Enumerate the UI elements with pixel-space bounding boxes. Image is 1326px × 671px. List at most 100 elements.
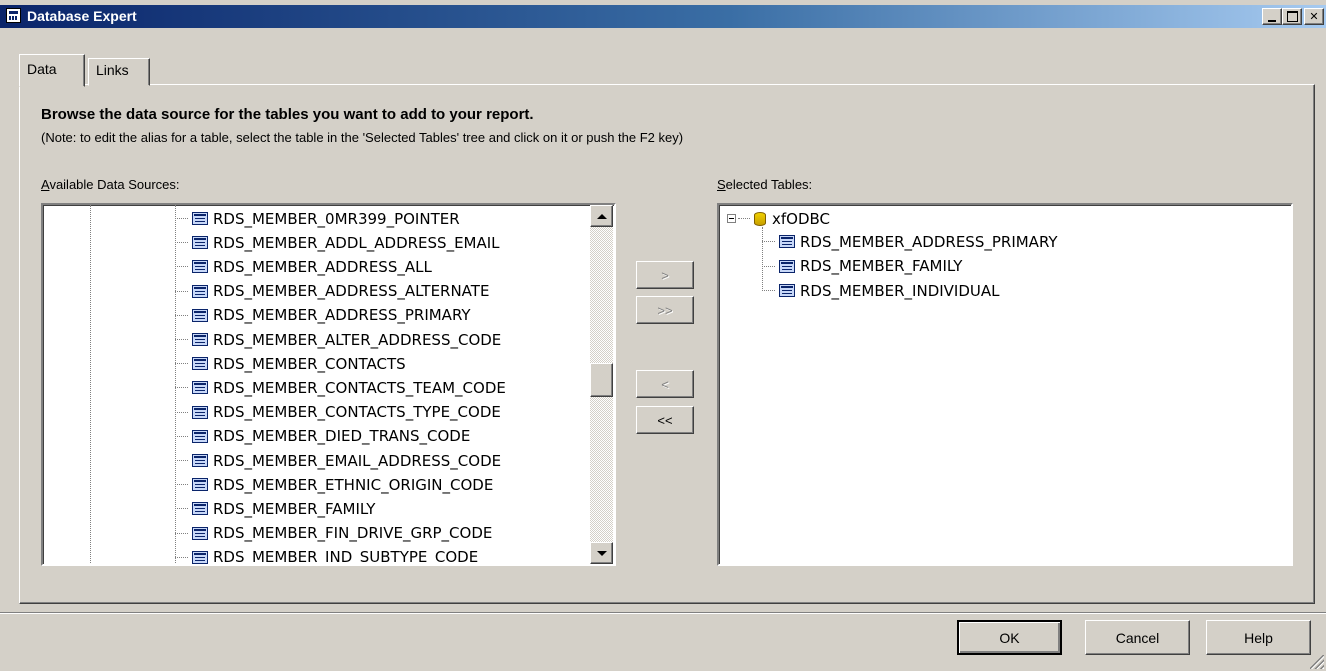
table-icon xyxy=(192,405,208,419)
table-name: RDS_MEMBER_EMAIL_ADDRESS_CODE xyxy=(213,451,502,470)
cancel-button[interactable]: Cancel xyxy=(1085,620,1190,655)
table-name: RDS_MEMBER_CONTACTS xyxy=(213,354,406,373)
table-icon xyxy=(192,284,208,298)
table-icon xyxy=(192,212,208,225)
selected-tables-tree[interactable]: xfODBC RDS_MEMBER_ADDRESS_PRIMARY RDS_MEM… xyxy=(717,203,1293,566)
tree-connector xyxy=(738,218,750,219)
available-sources-label: Available Data Sources: xyxy=(41,177,180,192)
table-icon xyxy=(779,235,795,248)
tree-item[interactable]: RDS_MEMBER_ADDRESS_ALTERNATE xyxy=(175,280,489,303)
table-name: RDS_MEMBER_IND_SUBTYPE_CODE xyxy=(213,548,479,566)
table-icon xyxy=(192,357,208,371)
tree-item[interactable]: RDS_MEMBER_ADDRESS_ALL xyxy=(175,255,432,278)
tree-item[interactable]: RDS_MEMBER_FAMILY xyxy=(762,255,962,278)
table-icon xyxy=(192,502,208,516)
tree-connector xyxy=(762,290,775,291)
table-icon xyxy=(192,260,208,274)
resize-grip[interactable] xyxy=(1310,655,1324,669)
tree-item[interactable]: RDS_MEMBER_CONTACTS_TYPE_CODE xyxy=(175,401,501,424)
tree-connector xyxy=(175,460,188,461)
add-all-tables-button[interactable]: >> xyxy=(636,296,694,324)
connection-name: xfODBC xyxy=(772,209,831,228)
title-bar[interactable]: Database Expert ✕ xyxy=(0,0,1326,28)
table-name: RDS_MEMBER_INDIVIDUAL xyxy=(800,281,1000,300)
app-icon xyxy=(6,8,21,23)
tab-links[interactable]: Links xyxy=(88,58,150,86)
close-button[interactable]: ✕ xyxy=(1304,8,1324,25)
tree-connector xyxy=(175,218,188,219)
ok-button[interactable]: OK xyxy=(957,620,1062,655)
table-name: RDS_MEMBER_DIED_TRANS_CODE xyxy=(213,427,471,446)
database-icon xyxy=(754,211,766,226)
arrow-up-icon xyxy=(596,213,607,219)
remove-all-tables-button[interactable]: << xyxy=(636,406,694,434)
table-name: RDS_MEMBER_ADDRESS_ALL xyxy=(213,257,432,276)
tree-item[interactable]: RDS_MEMBER_DIED_TRANS_CODE xyxy=(175,425,470,448)
table-icon xyxy=(192,381,208,395)
table-icon xyxy=(192,454,208,467)
tree-connector xyxy=(175,290,188,292)
table-name: RDS_MEMBER_FAMILY xyxy=(800,257,963,275)
tree-connector xyxy=(175,266,188,268)
table-icon xyxy=(192,333,208,346)
scroll-down-button[interactable] xyxy=(590,542,613,564)
table-icon xyxy=(192,308,208,322)
table-name: RDS_MEMBER_ADDRESS_ALTERNATE xyxy=(213,282,490,301)
tree-connector xyxy=(175,508,188,510)
tree-connector xyxy=(762,265,775,267)
table-name: RDS_MEMBER_ADDL_ADDRESS_EMAIL xyxy=(213,233,500,252)
remove-table-button[interactable]: < xyxy=(636,370,694,398)
collapse-icon[interactable] xyxy=(727,214,736,223)
instructions-heading: Browse the data source for the tables yo… xyxy=(41,106,534,123)
tree-item[interactable]: RDS_MEMBER_ALTER_ADDRESS_CODE xyxy=(175,328,501,351)
alias-note: (Note: to edit the alias for a table, se… xyxy=(41,130,684,145)
table-name: RDS_MEMBER_CONTACTS_TYPE_CODE xyxy=(213,403,501,422)
tree-item[interactable]: RDS_MEMBER_CONTACTS xyxy=(175,352,406,375)
tree-item[interactable]: RDS_MEMBER_ETHNIC_ORIGIN_CODE xyxy=(175,473,493,496)
tree-item[interactable]: RDS_MEMBER_INDIVIDUAL xyxy=(762,279,1000,302)
tree-item[interactable]: RDS_MEMBER_ADDRESS_PRIMARY xyxy=(762,230,1058,253)
window-title: Database Expert xyxy=(27,8,137,24)
table-name: RDS_MEMBER_ALTER_ADDRESS_CODE xyxy=(213,330,502,349)
tree-connector xyxy=(175,556,188,558)
tree-node-connection[interactable]: xfODBC xyxy=(727,207,830,230)
tree-connector xyxy=(175,435,188,437)
help-button[interactable]: Help xyxy=(1206,620,1311,655)
tree-item[interactable]: RDS_MEMBER_CONTACTS_TEAM_CODE xyxy=(175,376,506,399)
table-name: RDS_MEMBER_FIN_DRIVE_GRP_CODE xyxy=(213,524,493,543)
tree-item[interactable]: RDS_MEMBER_ADDL_ADDRESS_EMAIL xyxy=(175,231,500,254)
arrow-down-icon xyxy=(596,550,607,556)
table-name: RDS_MEMBER_ADDRESS_PRIMARY xyxy=(213,306,471,325)
table-name: RDS_MEMBER_ADDRESS_PRIMARY xyxy=(800,232,1058,251)
table-icon xyxy=(779,259,795,273)
available-data-sources-tree[interactable]: RDS_MEMBER_0MR399_POINTER RDS_MEMBER_ADDL… xyxy=(41,203,616,566)
tree-item[interactable]: RDS_MEMBER_ADDRESS_PRIMARY xyxy=(175,304,471,327)
tree-connector xyxy=(175,314,188,316)
tree-item[interactable]: RDS_MEMBER_FIN_DRIVE_GRP_CODE xyxy=(175,522,492,545)
available-scrollbar[interactable] xyxy=(590,205,613,564)
scroll-thumb[interactable] xyxy=(590,363,613,397)
tree-connector xyxy=(175,484,188,486)
tree-item[interactable]: RDS_MEMBER_FAMILY xyxy=(175,497,375,520)
table-icon xyxy=(192,526,208,540)
close-icon: ✕ xyxy=(1309,10,1319,23)
scroll-up-button[interactable] xyxy=(590,205,613,227)
table-name: RDS_MEMBER_ETHNIC_ORIGIN_CODE xyxy=(213,475,494,494)
add-table-button[interactable]: > xyxy=(636,261,694,289)
tree-connector xyxy=(175,363,188,365)
tab-data[interactable]: Data xyxy=(19,54,85,87)
minimize-button[interactable] xyxy=(1262,8,1282,25)
tree-connector xyxy=(175,242,188,244)
maximize-button[interactable] xyxy=(1282,8,1302,25)
table-name: RDS_MEMBER_0MR399_POINTER xyxy=(213,209,460,228)
tree-item[interactable]: RDS_MEMBER_0MR399_POINTER xyxy=(175,207,460,230)
table-icon xyxy=(779,284,795,297)
tree-item[interactable]: RDS_MEMBER_EMAIL_ADDRESS_CODE xyxy=(175,449,501,472)
tree-connector xyxy=(762,241,775,242)
tree-item[interactable]: RDS_MEMBER_IND_SUBTYPE_CODE xyxy=(175,546,479,566)
table-icon xyxy=(192,429,208,443)
tree-connector xyxy=(175,411,188,413)
table-icon xyxy=(192,236,208,250)
tree-connector xyxy=(175,339,188,340)
tree-guide-line xyxy=(90,205,91,564)
